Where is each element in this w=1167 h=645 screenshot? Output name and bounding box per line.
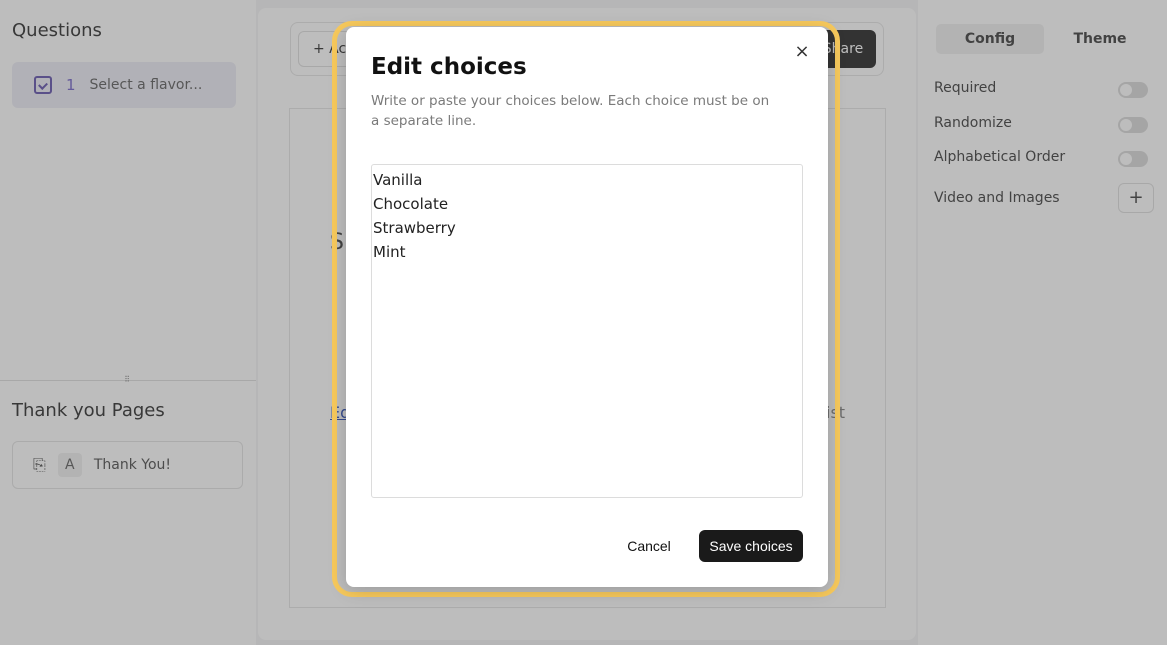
choices-textarea[interactable]: Vanilla Chocolate Strawberry Mint	[371, 164, 803, 498]
save-choices-button[interactable]: Save choices	[699, 530, 803, 562]
cancel-button[interactable]: Cancel	[618, 530, 680, 562]
close-icon[interactable]: ×	[793, 41, 811, 63]
dialog-description: Write or paste your choices below. Each …	[371, 93, 770, 129]
dialog-title: Edit choices	[371, 54, 527, 80]
edit-choices-dialog: × Edit choices Write or paste your choic…	[346, 27, 828, 587]
